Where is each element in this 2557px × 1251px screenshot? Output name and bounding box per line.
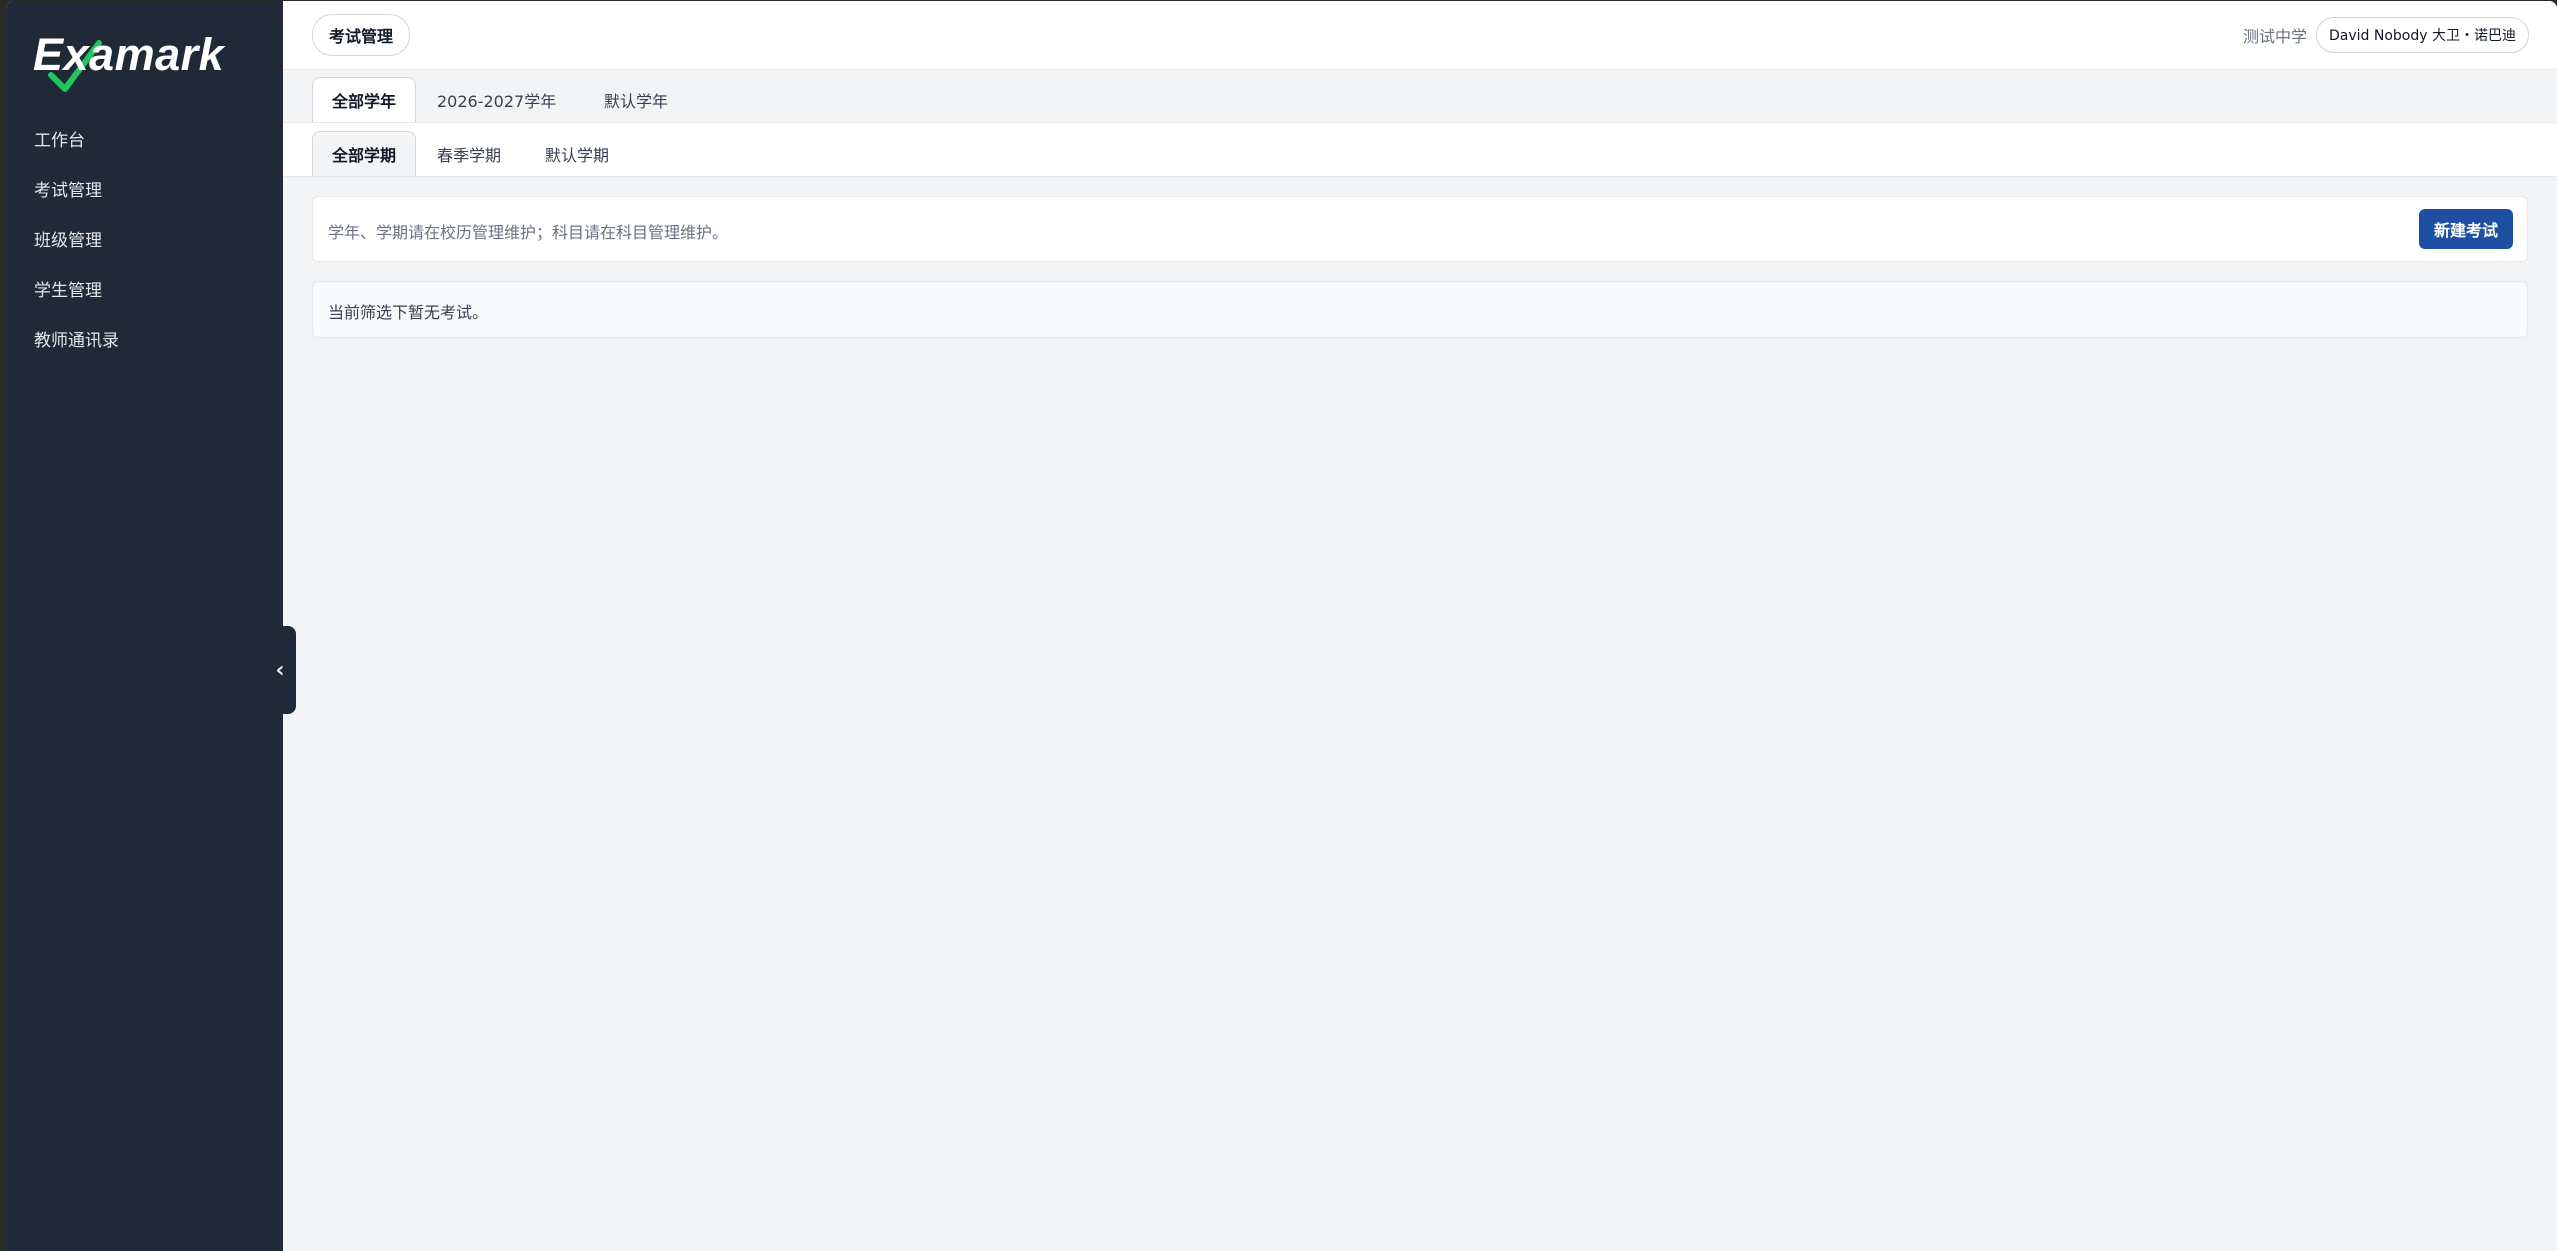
- info-bar: 学年、学期请在校历管理维护；科目请在科目管理维护。 新建考试: [312, 196, 2528, 262]
- sidebar-collapse-button[interactable]: ‹: [264, 626, 296, 714]
- info-text: 学年、学期请在校历管理维护；科目请在科目管理维护。: [328, 223, 729, 242]
- empty-state: 当前筛选下暂无考试。: [312, 281, 2528, 338]
- sidebar-nav: 工作台 考试管理 班级管理 学生管理 教师通讯录: [6, 113, 283, 363]
- term-tabs: 全部学期 春季学期 默认学期: [283, 123, 2557, 177]
- tab-year-2026-2027[interactable]: 2026-2027学年: [417, 77, 576, 122]
- new-exam-button[interactable]: 新建考试: [2418, 209, 2513, 249]
- tab-year-all[interactable]: 全部学年: [312, 77, 417, 122]
- sidebar-item-exams[interactable]: 考试管理: [6, 163, 283, 213]
- logo-text: Examark: [33, 29, 225, 80]
- tab-term-default[interactable]: 默认学期: [525, 131, 629, 176]
- year-tabs: 全部学年 2026-2027学年 默认学年: [283, 70, 2557, 123]
- sidebar-item-teachers[interactable]: 教师通讯录: [6, 313, 283, 363]
- tab-term-spring[interactable]: 春季学期: [417, 131, 521, 176]
- sidebar-item-dashboard[interactable]: 工作台: [6, 113, 283, 163]
- tab-year-default[interactable]: 默认学年: [584, 77, 688, 122]
- sidebar-item-classes[interactable]: 班级管理: [6, 213, 283, 263]
- school-name: 测试中学: [2242, 27, 2307, 46]
- main-content: 考试管理 测试中学 David Nobody 大卫・诺巴迪 全部学年 2026-…: [283, 1, 2557, 1251]
- top-bar: 考试管理 测试中学 David Nobody 大卫・诺巴迪: [283, 1, 2557, 70]
- user-menu-button[interactable]: David Nobody 大卫・诺巴迪: [2316, 17, 2529, 53]
- tab-term-all[interactable]: 全部学期: [312, 131, 417, 176]
- sidebar: Examark 工作台 考试管理 班级管理 学生管理 教师通讯录: [6, 1, 283, 1251]
- page-title: 考试管理: [312, 14, 411, 56]
- empty-state-text: 当前筛选下暂无考试。: [328, 303, 489, 322]
- logo: Examark: [33, 29, 233, 92]
- chevron-left-icon: ‹: [275, 657, 285, 683]
- sidebar-item-students[interactable]: 学生管理: [6, 263, 283, 313]
- app-window: Examark 工作台 考试管理 班级管理 学生管理 教师通讯录 ‹ 考试管理 …: [6, 1, 2557, 1251]
